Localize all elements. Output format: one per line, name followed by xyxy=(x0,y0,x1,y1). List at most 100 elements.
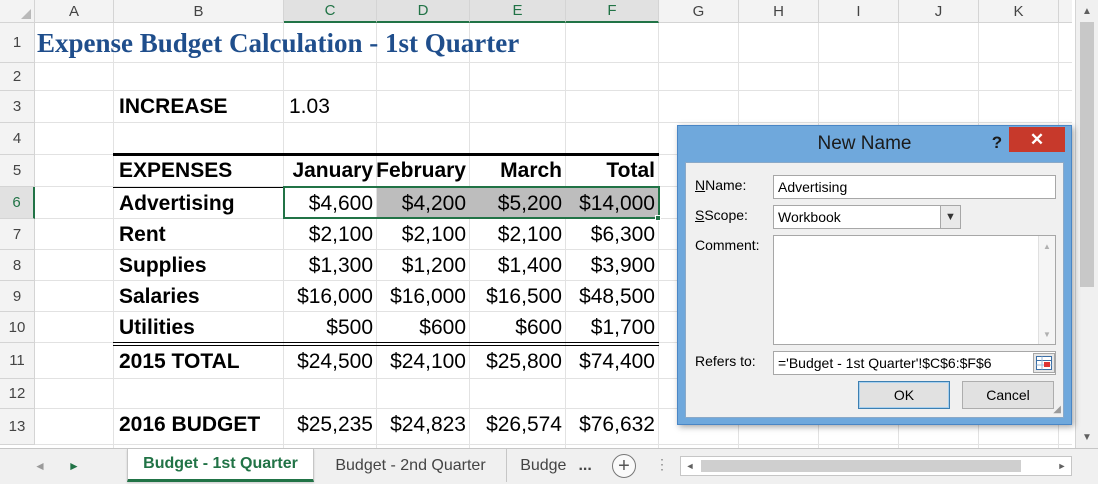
cell-salaries-feb[interactable]: $16,000 xyxy=(377,281,470,312)
cell-2015-total-jan[interactable]: $24,500 xyxy=(284,346,377,377)
cell-utilities-total[interactable]: $1,700 xyxy=(566,312,659,343)
column-header-e[interactable]: E xyxy=(470,0,566,23)
column-header-l[interactable] xyxy=(1059,0,1072,23)
tab-budget-3rd-partial[interactable]: Budge ... xyxy=(508,449,604,482)
scroll-right-icon[interactable]: ► xyxy=(1053,457,1071,475)
cell-salaries-jan[interactable]: $16,000 xyxy=(284,281,377,312)
row-header-3[interactable]: 3 xyxy=(0,91,35,123)
cell-2016-budget-feb[interactable]: $24,823 xyxy=(377,409,470,440)
row-header-12[interactable]: 12 xyxy=(0,379,35,409)
column-header-f[interactable]: F xyxy=(566,0,659,23)
ok-button[interactable]: OK xyxy=(858,381,950,409)
fill-handle[interactable] xyxy=(655,215,661,221)
cell-rent-feb[interactable]: $2,100 xyxy=(377,219,470,250)
tab-splitter-icon[interactable]: ⋮ xyxy=(655,456,669,473)
add-sheet-icon[interactable]: + xyxy=(612,454,636,478)
cell-2015-total-total[interactable]: $74,400 xyxy=(566,346,659,377)
cell-2016-budget-jan[interactable]: $25,235 xyxy=(284,409,377,440)
header-january[interactable]: January xyxy=(284,155,377,186)
horizontal-scroll-thumb[interactable] xyxy=(701,460,1021,472)
scroll-left-icon[interactable]: ◄ xyxy=(681,457,699,475)
cell-rent-jan[interactable]: $2,100 xyxy=(284,219,377,250)
row-header-10[interactable]: 10 xyxy=(0,312,35,343)
column-header-j[interactable]: J xyxy=(899,0,979,23)
row-header-5[interactable]: 5 xyxy=(0,155,35,187)
column-header-d[interactable]: D xyxy=(377,0,470,23)
scroll-up-icon[interactable]: ▲ xyxy=(1076,2,1098,20)
more-tabs-ellipsis[interactable]: ... xyxy=(578,457,591,475)
comment-scrollbar[interactable]: ▲ ▼ xyxy=(1038,236,1055,344)
scope-value: Workbook xyxy=(778,209,841,225)
cell-utilities-jan[interactable]: $500 xyxy=(284,312,377,343)
refers-to-field[interactable]: ='Budget - 1st Quarter'!$C$6:$F$6 xyxy=(773,351,1056,375)
row-header-7[interactable]: 7 xyxy=(0,219,35,250)
row-label-2015-total[interactable]: 2015 TOTAL xyxy=(114,346,284,377)
name-field[interactable]: Advertising xyxy=(773,175,1056,199)
header-february[interactable]: February xyxy=(376,155,470,186)
cell-supplies-mar[interactable]: $1,400 xyxy=(470,250,566,281)
cell-2015-total-mar[interactable]: $25,800 xyxy=(470,346,566,377)
row-label-2016-budget[interactable]: 2016 BUDGET xyxy=(114,409,284,440)
column-header-k[interactable]: K xyxy=(979,0,1059,23)
row-header-9[interactable]: 9 xyxy=(0,281,35,312)
scroll-down-icon[interactable]: ▼ xyxy=(1039,326,1055,342)
cell-supplies-total[interactable]: $3,900 xyxy=(566,250,659,281)
dialog-body: NName: Advertising SScope: Workbook ▼ Co… xyxy=(685,162,1064,418)
cell-salaries-total[interactable]: $48,500 xyxy=(566,281,659,312)
cell-utilities-feb[interactable]: $600 xyxy=(377,312,470,343)
sheet-title[interactable]: Expense Budget Calculation - 1st Quarter xyxy=(37,26,519,60)
tab-budget-2nd-quarter[interactable]: Budget - 2nd Quarter xyxy=(315,449,507,482)
column-header-c[interactable]: C xyxy=(284,0,377,23)
range-selector-icon[interactable] xyxy=(1033,353,1055,373)
tab-scroll-right-icon[interactable]: ► xyxy=(68,459,80,473)
cell-2015-total-feb[interactable]: $24,100 xyxy=(377,346,470,377)
scroll-up-icon[interactable]: ▲ xyxy=(1039,238,1055,254)
cell-rent-total[interactable]: $6,300 xyxy=(566,219,659,250)
cell-supplies-jan[interactable]: $1,300 xyxy=(284,250,377,281)
scope-select[interactable]: Workbook ▼ xyxy=(773,205,961,229)
resize-grip-icon[interactable]: ◢ xyxy=(1053,404,1061,415)
column-header-b[interactable]: B xyxy=(114,0,284,23)
row-header-1[interactable]: 1 xyxy=(0,23,35,63)
row-label-supplies[interactable]: Supplies xyxy=(114,250,284,281)
horizontal-scrollbar[interactable]: ◄ ► xyxy=(680,456,1072,476)
comment-textarea[interactable]: ▲ ▼ xyxy=(773,235,1056,345)
dropdown-arrow-icon[interactable]: ▼ xyxy=(940,206,960,228)
close-icon[interactable]: ✕ xyxy=(1009,127,1065,152)
comment-label: Comment: xyxy=(695,237,760,253)
row-header-6[interactable]: 6 xyxy=(0,187,35,219)
row-header-4[interactable]: 4 xyxy=(0,123,35,155)
row-header-2[interactable]: 2 xyxy=(0,63,35,91)
cell-2016-budget-total[interactable]: $76,632 xyxy=(566,409,659,440)
column-header-h[interactable]: H xyxy=(739,0,819,23)
cell-utilities-mar[interactable]: $600 xyxy=(470,312,566,343)
row-header-11[interactable]: 11 xyxy=(0,343,35,379)
header-march[interactable]: March xyxy=(470,155,566,186)
row-label-rent[interactable]: Rent xyxy=(114,219,284,250)
cell-2016-budget-mar[interactable]: $26,574 xyxy=(470,409,566,440)
vertical-scroll-thumb[interactable] xyxy=(1080,22,1094,287)
cell-salaries-mar[interactable]: $16,500 xyxy=(470,281,566,312)
increase-label[interactable]: INCREASE xyxy=(114,91,284,122)
header-total[interactable]: Total xyxy=(566,155,659,186)
help-icon[interactable]: ? xyxy=(985,131,1009,155)
column-header-g[interactable]: G xyxy=(659,0,739,23)
tab-scroll-left-icon[interactable]: ◄ xyxy=(34,459,46,473)
row-label-advertising[interactable]: Advertising xyxy=(114,188,284,219)
scroll-down-icon[interactable]: ▼ xyxy=(1076,428,1098,446)
cancel-button[interactable]: Cancel xyxy=(962,381,1054,409)
column-header-a[interactable]: A xyxy=(35,0,114,23)
row-header-13[interactable]: 13 xyxy=(0,409,35,445)
row-label-salaries[interactable]: Salaries xyxy=(114,281,284,312)
tab-budget-1st-quarter[interactable]: Budget - 1st Quarter xyxy=(127,449,314,482)
selection-range-outline xyxy=(283,186,660,219)
header-expenses[interactable]: EXPENSES xyxy=(114,155,284,186)
increase-value[interactable]: 1.03 xyxy=(284,91,377,122)
row-header-8[interactable]: 8 xyxy=(0,250,35,281)
row-label-utilities[interactable]: Utilities xyxy=(114,312,284,343)
select-all-corner[interactable] xyxy=(0,0,35,23)
cell-rent-mar[interactable]: $2,100 xyxy=(470,219,566,250)
column-header-i[interactable]: I xyxy=(819,0,899,23)
cell-supplies-feb[interactable]: $1,200 xyxy=(377,250,470,281)
vertical-scrollbar[interactable]: ▲ ▼ xyxy=(1075,0,1098,448)
